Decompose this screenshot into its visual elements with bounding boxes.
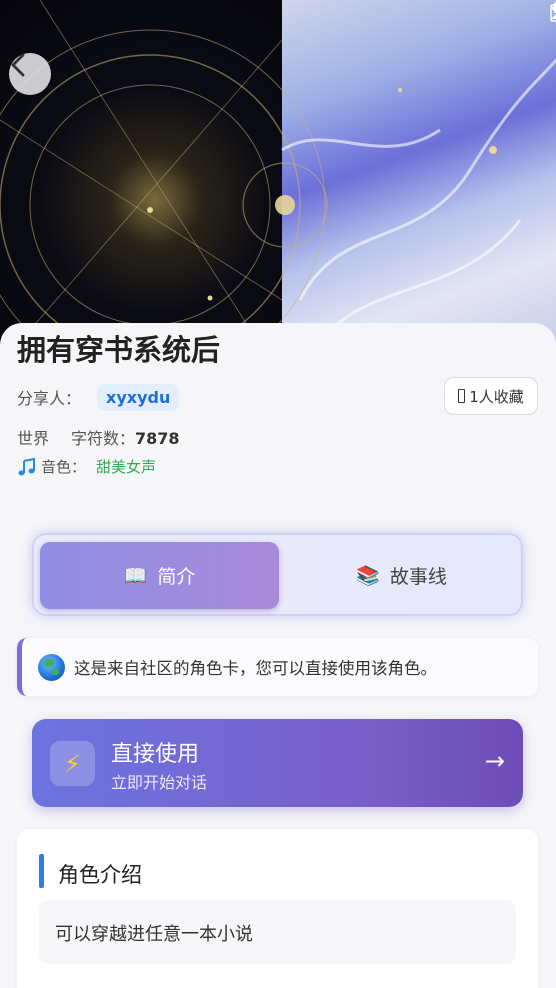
tab-intro[interactable]: 📖 简介 — [40, 542, 279, 609]
section-heading: 角色介绍 — [58, 863, 142, 887]
music-note-icon — [18, 457, 35, 475]
use-button-subtitle: 立即开始对话 — [111, 773, 208, 792]
page-title: 拥有穿书系统后 — [17, 333, 221, 367]
intro-text: 可以穿越进任意一本小说 — [39, 900, 516, 964]
back-button[interactable] — [9, 53, 51, 95]
favorite-button[interactable]: 1人收藏 — [444, 377, 538, 415]
hero-banner — [0, 0, 556, 345]
bookmark-icon — [458, 389, 466, 403]
sharer-name-link[interactable]: xyxydu — [97, 383, 180, 411]
lightning-icon: ⚡ — [50, 741, 95, 786]
tab-bar: 📖 简介 📚 故事线 — [32, 533, 523, 616]
voice-value: 甜美女声 — [96, 458, 157, 476]
battery-icon — [550, 2, 556, 22]
sharer-label: 分享人： — [17, 389, 82, 408]
book-icon: 📖 — [123, 565, 148, 587]
chevron-left-icon — [11, 53, 25, 77]
heading-accent-bar — [39, 854, 44, 888]
tab-storyline[interactable]: 📚 故事线 — [284, 542, 519, 609]
tab-intro-label: 简介 — [157, 566, 196, 588]
use-button-title: 直接使用 — [111, 742, 200, 767]
arrow-right-icon: → — [484, 747, 505, 775]
tab-storyline-label: 故事线 — [389, 566, 447, 588]
world-label: 世界 — [17, 429, 50, 448]
sharer-row: 分享人： xyxydu — [17, 382, 180, 412]
favorite-count: 1人收藏 — [469, 387, 524, 406]
globe-icon — [38, 653, 65, 681]
hero-decoration — [0, 0, 556, 345]
use-directly-button[interactable]: ⚡ 直接使用 立即开始对话 → — [32, 719, 523, 807]
voice-label: 音色： — [41, 458, 87, 476]
char-count: 字符数：7878 — [71, 429, 180, 448]
character-intro-card: 角色介绍 可以穿越进任意一本小说 — [17, 829, 538, 988]
community-notice: 这是来自社区的角色卡，您可以直接使用该角色。 — [17, 638, 538, 696]
books-icon: 📚 — [356, 565, 380, 587]
notice-text: 这是来自社区的角色卡，您可以直接使用该角色。 — [74, 659, 437, 678]
voice-row: 音色： 甜美女声 — [17, 456, 156, 477]
meta-row: 世界 字符数：7878 — [17, 425, 180, 449]
